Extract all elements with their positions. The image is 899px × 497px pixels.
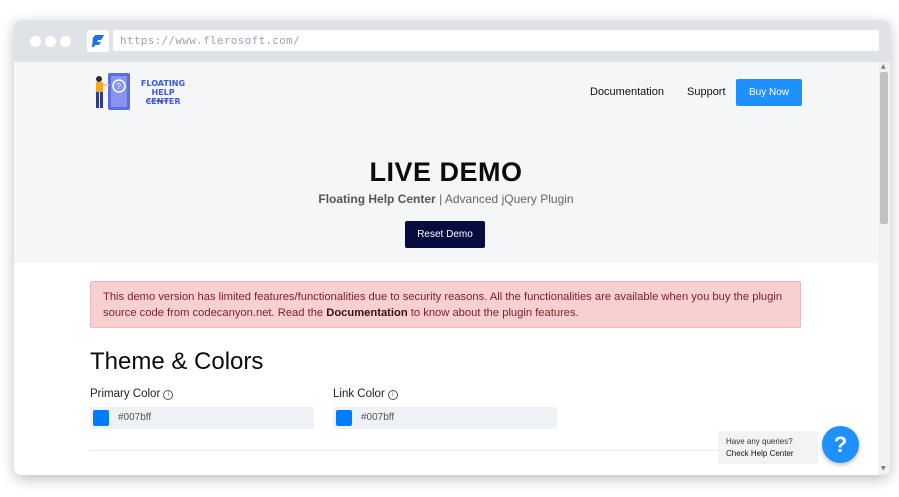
browser-toolbar: https://www.flerosoft.com/ bbox=[14, 20, 890, 62]
page-content: ? FLOATING HELP CENTER By Flerosoft Docu… bbox=[14, 62, 878, 475]
url-text: https://www.flerosoft.com/ bbox=[120, 34, 300, 47]
site-favicon-icon bbox=[87, 30, 109, 52]
primary-color-label-text: Primary Color bbox=[90, 388, 161, 400]
help-center-button[interactable]: ? bbox=[822, 426, 859, 463]
svg-text:?: ? bbox=[117, 82, 122, 91]
alert-documentation-link[interactable]: Documentation bbox=[326, 307, 407, 319]
window-dot[interactable] bbox=[45, 36, 56, 47]
link-color-label-text: Link Color bbox=[333, 388, 385, 400]
site-logo[interactable]: ? FLOATING HELP CENTER By Flerosoft bbox=[90, 72, 190, 112]
help-center-tooltip[interactable]: Have any queries? Check Help Center bbox=[718, 431, 818, 464]
alert-text-end: to know about the plugin features. bbox=[407, 307, 579, 319]
window-dot[interactable] bbox=[60, 36, 71, 47]
info-icon[interactable]: i bbox=[163, 390, 174, 400]
subtitle-product-name: Floating Help Center bbox=[318, 192, 436, 206]
logo-illustration-icon: ? bbox=[96, 73, 130, 110]
page-scrollbar[interactable]: ▲ ▼ bbox=[878, 62, 890, 475]
nav-documentation-link[interactable]: Documentation bbox=[590, 86, 664, 98]
section-title: Theme & Colors bbox=[90, 348, 264, 375]
scroll-up-arrow-icon[interactable]: ▲ bbox=[881, 63, 886, 70]
primary-color-label: Primary Color i bbox=[90, 388, 174, 400]
subtitle-separator: | bbox=[435, 192, 445, 206]
hero-section: ? FLOATING HELP CENTER By Flerosoft Docu… bbox=[14, 62, 878, 263]
address-bar[interactable]: https://www.flerosoft.com/ bbox=[113, 30, 879, 51]
demo-warning-alert: This demo version has limited features/f… bbox=[90, 281, 801, 328]
help-tooltip-cta: Check Help Center bbox=[726, 449, 794, 458]
link-color-input[interactable]: #007bff bbox=[333, 407, 557, 429]
window-dot[interactable] bbox=[30, 36, 41, 47]
primary-color-value: #007bff bbox=[118, 412, 152, 423]
primary-color-swatch[interactable] bbox=[93, 410, 109, 426]
buy-now-button[interactable]: Buy Now bbox=[736, 79, 802, 106]
scrollbar-thumb[interactable] bbox=[880, 72, 888, 224]
page-subtitle: Floating Help Center | Advanced jQuery P… bbox=[14, 192, 878, 206]
section-divider bbox=[90, 450, 801, 451]
link-color-value: #007bff bbox=[361, 412, 395, 423]
nav-support-link[interactable]: Support bbox=[687, 86, 726, 98]
logo-byline: By Flerosoft bbox=[148, 99, 169, 103]
reset-demo-button[interactable]: Reset Demo bbox=[405, 221, 485, 248]
help-tooltip-question: Have any queries? bbox=[726, 437, 793, 446]
primary-color-input[interactable]: #007bff bbox=[90, 407, 314, 429]
info-icon[interactable]: i bbox=[387, 390, 398, 400]
scroll-down-arrow-icon[interactable]: ▼ bbox=[881, 465, 886, 472]
link-color-label: Link Color i bbox=[333, 388, 398, 400]
page-title: LIVE DEMO bbox=[369, 157, 523, 187]
browser-window: https://www.flerosoft.com/ ? FLOATING HE… bbox=[14, 20, 890, 475]
subtitle-description: Advanced jQuery Plugin bbox=[444, 192, 574, 206]
link-color-swatch[interactable] bbox=[336, 410, 352, 426]
